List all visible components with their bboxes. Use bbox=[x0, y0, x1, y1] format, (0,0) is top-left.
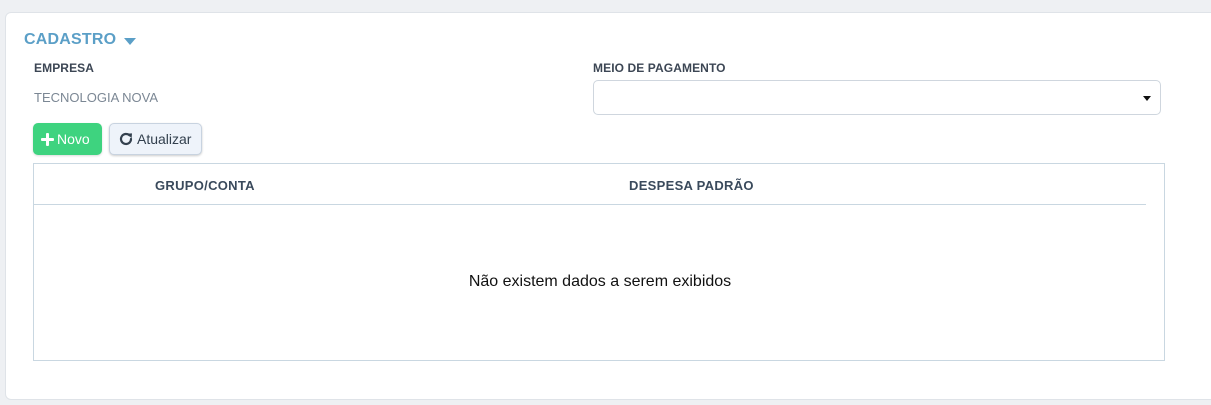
cadastro-panel: CADASTRO EMPRESA TECNOLOGIA NOVA MEIO DE… bbox=[5, 12, 1211, 400]
empty-table-message: Não existem dados a serem exibidos bbox=[468, 273, 732, 290]
new-button-label: Novo bbox=[57, 131, 90, 147]
refresh-button-label: Atualizar bbox=[137, 131, 192, 147]
table-header: GRUPO/CONTA DESPESA PADRÃO bbox=[34, 164, 1146, 205]
empresa-value: TECNOLOGIA NOVA bbox=[34, 90, 159, 105]
refresh-icon bbox=[119, 132, 133, 146]
empresa-label: EMPRESA bbox=[34, 61, 95, 75]
section-header-cadastro[interactable]: CADASTRO bbox=[24, 31, 137, 49]
caret-down-icon[interactable] bbox=[124, 37, 137, 45]
column-header-despesa-padrao[interactable]: DESPESA PADRÃO bbox=[629, 178, 754, 193]
data-table: GRUPO/CONTA DESPESA PADRÃO Não existem d… bbox=[33, 163, 1165, 361]
new-button[interactable]: Novo bbox=[33, 123, 102, 155]
column-header-grupo-conta[interactable]: GRUPO/CONTA bbox=[155, 178, 255, 193]
refresh-button[interactable]: Atualizar bbox=[109, 123, 202, 155]
caret-down-icon[interactable] bbox=[1143, 96, 1151, 101]
section-title: CADASTRO bbox=[24, 31, 117, 48]
meio-pagamento-label: MEIO DE PAGAMENTO bbox=[593, 61, 726, 75]
meio-pagamento-select[interactable] bbox=[593, 80, 1161, 115]
plus-icon bbox=[41, 132, 54, 146]
